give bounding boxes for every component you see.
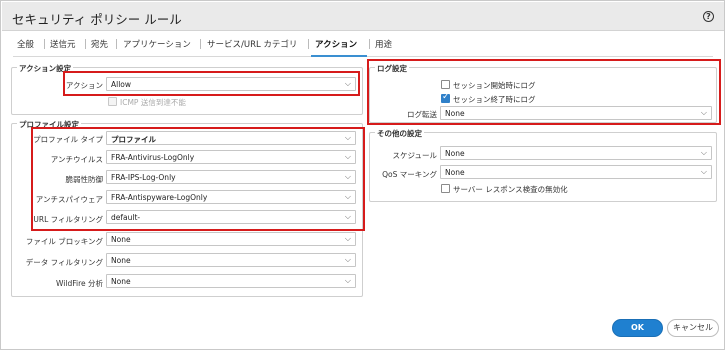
tab-separator xyxy=(200,39,201,49)
qos-marking-value: None xyxy=(445,168,465,177)
data-filtering-label: データ フィルタリング xyxy=(25,258,103,267)
chevron-down-icon: ⌵ xyxy=(344,234,351,243)
tab-separator xyxy=(308,39,309,49)
chevron-down-icon: ⌵ xyxy=(344,276,351,285)
dialog-titlebar: セキュリティ ポリシー ルール ? xyxy=(2,2,724,31)
tab-destination[interactable]: 宛先 xyxy=(91,38,108,50)
help-icon[interactable]: ? xyxy=(703,11,714,22)
other-settings-legend: その他の設定 xyxy=(375,128,424,139)
wildfire-analysis-value: None xyxy=(111,277,131,286)
wildfire-analysis-select[interactable]: None ⌵ xyxy=(106,274,356,288)
highlight-action-box xyxy=(63,71,360,96)
file-blocking-label: ファイル ブロッキング xyxy=(25,237,103,246)
qos-marking-label: QoS マーキング xyxy=(382,170,437,179)
tab-actions[interactable]: アクション xyxy=(315,38,357,50)
tab-application[interactable]: アプリケーション xyxy=(123,38,191,50)
data-filtering-select[interactable]: None ⌵ xyxy=(106,253,356,267)
chevron-down-icon: ⌵ xyxy=(700,148,707,157)
security-policy-rule-dialog: セキュリティ ポリシー ルール ? 全般 送信元 宛先 アプリケーション サービ… xyxy=(0,0,725,350)
wildfire-analysis-label: WildFire 分析 xyxy=(56,279,103,288)
tab-general[interactable]: 全般 xyxy=(17,38,34,50)
data-filtering-value: None xyxy=(111,256,131,265)
highlight-log-settings-box xyxy=(367,59,721,125)
active-tab-indicator xyxy=(311,55,367,57)
schedule-select[interactable]: None ⌵ xyxy=(440,146,712,160)
disable-server-response-inspection-checkbox[interactable] xyxy=(441,184,450,193)
dialog-title: セキュリティ ポリシー ルール xyxy=(12,12,182,27)
schedule-label: スケジュール xyxy=(392,151,437,160)
highlight-profiles-box xyxy=(31,127,365,231)
icmp-unreachable-checkbox[interactable] xyxy=(108,97,117,106)
tab-source[interactable]: 送信元 xyxy=(50,38,76,50)
tab-usage[interactable]: 用途 xyxy=(375,38,392,50)
chevron-down-icon: ⌵ xyxy=(344,255,351,264)
ok-button[interactable]: OK xyxy=(612,319,663,337)
chevron-down-icon: ⌵ xyxy=(700,167,707,176)
tab-service-url-category[interactable]: サービス/URL カテゴリ xyxy=(207,38,297,50)
tab-separator xyxy=(44,39,45,49)
tab-separator xyxy=(369,39,370,49)
disable-server-response-inspection-label: サーバー レスポンス検査の無効化 xyxy=(453,185,568,194)
icmp-unreachable-label: ICMP 送信到達不能 xyxy=(120,98,186,107)
qos-marking-select[interactable]: None ⌵ xyxy=(440,165,712,179)
cancel-button[interactable]: キャンセル xyxy=(667,319,719,337)
file-blocking-value: None xyxy=(111,235,131,244)
schedule-value: None xyxy=(445,149,465,158)
tab-separator xyxy=(85,39,86,49)
file-blocking-select[interactable]: None ⌵ xyxy=(106,232,356,246)
tab-separator xyxy=(116,39,117,49)
